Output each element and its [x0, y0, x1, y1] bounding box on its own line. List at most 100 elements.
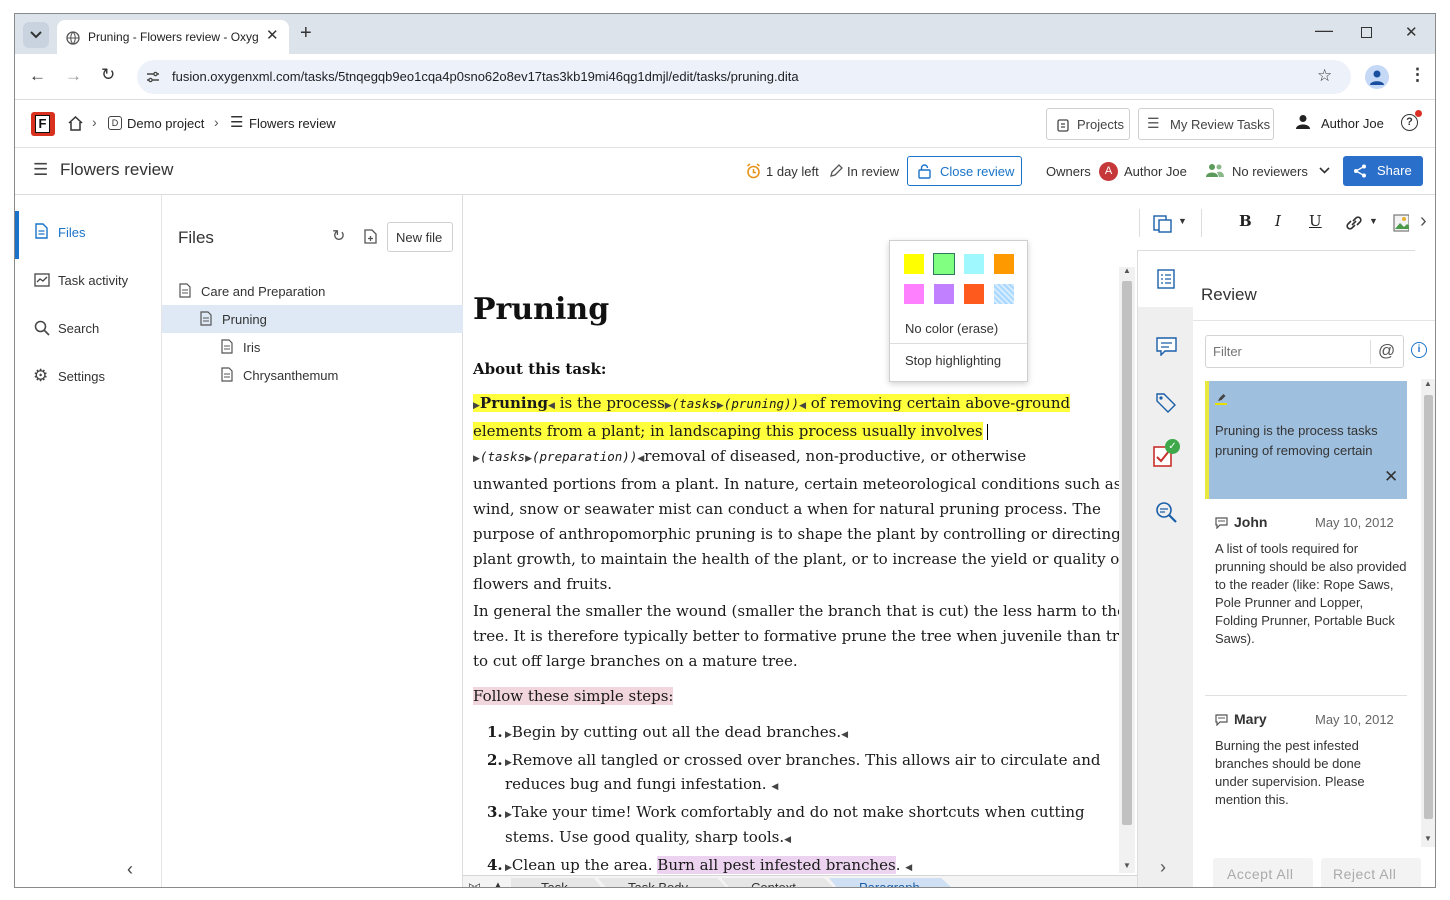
chevron-right-icon[interactable]: ›: [1160, 857, 1166, 878]
home-icon[interactable]: [67, 115, 84, 131]
bold-icon[interactable]: B: [1239, 212, 1252, 230]
validation-icon[interactable]: ✓: [1153, 439, 1181, 469]
my-review-tasks-button[interactable]: ☰ My Review Tasks: [1138, 108, 1274, 140]
projects-button[interactable]: Projects: [1046, 108, 1130, 140]
insert-image-icon[interactable]: [1393, 214, 1409, 232]
italic-icon[interactable]: I: [1275, 212, 1281, 230]
comment-card[interactable]: John May 10, 2012 A list of tools requir…: [1205, 507, 1407, 697]
tree-item[interactable]: Chrysanthemum: [162, 361, 463, 389]
task-status: In review: [847, 164, 900, 179]
tree-item[interactable]: Care and Preparation: [162, 277, 463, 305]
scroll-down-icon[interactable]: ▼: [1123, 861, 1131, 870]
new-file-icon[interactable]: [364, 229, 377, 244]
editor[interactable]: Pruning About this task: ▶Pruning◀ is th…: [463, 195, 1137, 887]
breadcrumb-task[interactable]: Flowers review: [249, 116, 336, 131]
color-swatch-red[interactable]: [964, 284, 984, 304]
breadcrumb-item-active[interactable]: Paragraph: [829, 878, 951, 887]
forward-icon[interactable]: →: [65, 66, 82, 86]
chevron-down-icon[interactable]: [1319, 167, 1330, 174]
omnibox[interactable]: fusion.oxygenxml.com/tasks/5tnqegqb9eo1c…: [137, 60, 1351, 94]
breadcrumb-item[interactable]: Task Body: [598, 878, 726, 887]
tree-item[interactable]: Iris: [162, 333, 463, 361]
back-icon[interactable]: ←: [29, 66, 46, 86]
file-icon: [35, 223, 48, 239]
app-logo[interactable]: F: [31, 112, 55, 136]
close-tab-icon[interactable]: ✕: [266, 26, 279, 44]
expand-up-icon[interactable]: ︽: [1121, 878, 1133, 887]
browser-menu-icon[interactable]: ⋮: [1409, 65, 1426, 85]
scrollbar-thumb[interactable]: [1122, 281, 1132, 825]
new-file-button[interactable]: New file: [387, 222, 453, 252]
review-scrollbar[interactable]: ▲ ▼: [1421, 379, 1435, 847]
nav-item-files[interactable]: Files: [15, 217, 162, 251]
app-header: F › D Demo project › ☰ Flowers review Pr…: [15, 100, 1435, 148]
underline-icon[interactable]: U: [1309, 212, 1322, 230]
tags-icon[interactable]: [1156, 393, 1177, 414]
mention-filter-icon[interactable]: @: [1378, 341, 1395, 361]
scroll-up-icon[interactable]: ▲: [1123, 266, 1131, 275]
side-tab-review[interactable]: [1138, 317, 1194, 373]
color-swatch-blue[interactable]: [994, 284, 1014, 304]
chevron-up-icon[interactable]: ▲: [494, 880, 502, 887]
notification-dot: [1415, 110, 1422, 117]
share-button[interactable]: Share: [1343, 156, 1423, 186]
scroll-down-icon[interactable]: ▼: [1424, 834, 1432, 843]
dropdown-arrow-icon[interactable]: ▼: [1369, 216, 1378, 226]
refresh-icon[interactable]: ↻: [332, 226, 345, 246]
help-icon[interactable]: ?: [1401, 114, 1418, 131]
paste-icon[interactable]: [1153, 213, 1173, 233]
breadcrumb-project[interactable]: Demo project: [127, 116, 204, 131]
window-close-icon[interactable]: ✕: [1405, 23, 1418, 41]
nav-item-search[interactable]: Search: [15, 313, 162, 347]
breadcrumb-item[interactable]: Context: [721, 878, 833, 887]
toolbar-overflow[interactable]: ›: [1415, 195, 1435, 251]
menu-icon[interactable]: ☰: [33, 160, 48, 180]
accept-all-button[interactable]: Accept All: [1213, 858, 1313, 887]
step-item: 1. ▶Begin by cutting out all the dead br…: [473, 720, 1123, 748]
collapse-nav-icon[interactable]: ‹: [127, 859, 133, 880]
color-swatch-cyan[interactable]: [964, 254, 984, 274]
tab-search-button[interactable]: [23, 22, 49, 48]
maximize-icon[interactable]: [1361, 27, 1372, 38]
tag-text: (preparation): [532, 449, 630, 464]
reject-all-button[interactable]: Reject All: [1321, 858, 1421, 887]
tree-item-selected[interactable]: Pruning: [162, 305, 463, 333]
files-panel: Files ↻ New file Care and Preparation Pr…: [162, 195, 463, 887]
color-swatch-green[interactable]: [933, 253, 955, 275]
comment-card[interactable]: Mary May 10, 2012 Burning the pest infes…: [1205, 704, 1407, 834]
reload-icon[interactable]: ↻: [101, 65, 115, 85]
new-tab-icon[interactable]: +: [300, 22, 312, 45]
reviewers-label[interactable]: No reviewers: [1232, 164, 1308, 179]
color-swatch-yellow[interactable]: [904, 254, 924, 274]
close-review-button[interactable]: Close review: [907, 156, 1022, 186]
review-filter-field[interactable]: @: [1205, 335, 1404, 368]
bookmark-star-icon[interactable]: ☆: [1317, 66, 1332, 86]
stop-highlighting-option[interactable]: Stop highlighting: [890, 345, 1027, 377]
tags-display-icon[interactable]: ▹◃: [469, 879, 480, 887]
minimize-icon[interactable]: —: [1315, 20, 1333, 41]
remove-highlight-icon[interactable]: ✕: [1384, 467, 1398, 487]
highlight-card[interactable]: Pruning is the process tasks pruning of …: [1205, 381, 1407, 499]
site-settings-icon[interactable]: [146, 70, 160, 84]
browser-tab[interactable]: Pruning - Flowers review - Oxyg ✕: [57, 20, 289, 54]
no-color-option[interactable]: No color (erase): [890, 313, 1027, 343]
color-swatch-pink[interactable]: [904, 284, 924, 304]
color-swatch-purple[interactable]: [934, 284, 954, 304]
filter-input[interactable]: [1207, 337, 1367, 366]
breadcrumb-item[interactable]: Task: [511, 878, 601, 887]
editor-scrollbar[interactable]: ▲ ▼: [1119, 266, 1135, 873]
scroll-up-icon[interactable]: ▲: [1424, 379, 1432, 388]
toolbar-separator: [1201, 209, 1202, 237]
user-name[interactable]: Author Joe: [1321, 116, 1384, 131]
side-tab-outline[interactable]: [1138, 251, 1194, 307]
nav-item-task-activity[interactable]: Task activity: [15, 265, 162, 299]
info-icon[interactable]: i: [1411, 342, 1427, 358]
color-swatch-orange[interactable]: [994, 254, 1014, 274]
dropdown-arrow-icon[interactable]: ▼: [1178, 216, 1187, 226]
profile-avatar[interactable]: [1365, 65, 1389, 89]
nav-item-settings[interactable]: ⚙ Settings: [15, 361, 162, 395]
link-icon[interactable]: [1345, 215, 1363, 231]
check-badge: ✓: [1165, 439, 1180, 454]
compare-search-icon[interactable]: [1155, 501, 1179, 525]
scrollbar-thumb[interactable]: [1424, 395, 1433, 819]
